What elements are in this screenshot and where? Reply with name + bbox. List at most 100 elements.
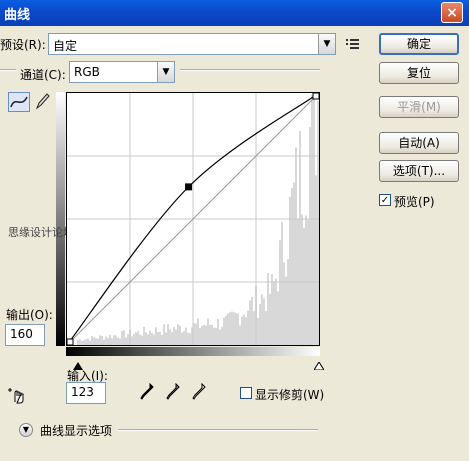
window-title: 曲线 [4,8,31,23]
histogram-bar [141,335,143,345]
curve-graph[interactable] [66,92,320,346]
histogram-bar [267,272,269,345]
channel-label: 通道(C): [20,68,66,82]
histogram-bar [271,274,273,345]
histogram-bar [237,313,239,345]
preset-value: 自定 [53,39,78,53]
histogram-bar [117,337,119,345]
histogram-bar [113,335,115,345]
selected-curve-point[interactable] [185,183,193,191]
histogram-bar [167,324,169,345]
options-button[interactable]: 选项(T)... [379,160,459,182]
pencil-icon[interactable] [34,92,50,110]
histogram-bar [223,317,225,345]
histogram-bar [299,130,301,345]
histogram-bar [315,175,317,345]
histogram-bar [165,332,167,345]
black-eyedropper-icon[interactable] [140,382,154,401]
curve-display-options-label[interactable]: 曲线显示选项 [40,422,112,439]
histogram [77,95,319,346]
histogram-bar [121,330,123,345]
histogram-bar [83,340,85,345]
smooth-button[interactable]: 平滑(M) [379,96,459,118]
histogram-bar [135,332,137,345]
histogram-bar [111,338,113,345]
histogram-bar [173,327,175,345]
histogram-bar [311,95,313,345]
chevron-down-circle-icon[interactable]: ▼ [19,423,33,437]
curve-point[interactable] [66,338,74,346]
input-field[interactable]: 123 [66,382,106,404]
auto-button[interactable]: 自动(A) [379,132,459,154]
histogram-bar [253,311,255,345]
histogram-bar [219,329,221,345]
histogram-bar [153,334,155,345]
curve-svg[interactable] [66,92,320,346]
histogram-bar [183,331,185,345]
curve-point[interactable] [312,92,320,100]
histogram-bar [199,328,201,345]
histogram-bar [177,324,179,345]
preview-checkbox[interactable]: ✓ [379,194,391,206]
histogram-bar [245,317,247,345]
histogram-bar [269,293,271,345]
histogram-bar [235,312,237,345]
histogram-bar [87,338,89,345]
histogram-bar [241,316,243,345]
histogram-bar [161,334,163,345]
chevron-down-icon: ▼ [318,34,335,54]
histogram-bar [259,304,261,345]
histogram-bar [265,311,267,345]
histogram-bar [189,333,191,345]
histogram-bar [159,331,161,345]
gray-eyedropper-icon[interactable] [166,382,180,401]
hand-adjust-icon[interactable] [8,384,26,404]
histogram-bar [257,317,259,345]
histogram-bar [125,337,127,345]
output-field[interactable]: 160 [5,324,45,346]
histogram-bar [215,327,217,345]
white-point-slider[interactable] [313,359,325,371]
histogram-bar [109,334,111,345]
black-point-slider[interactable] [73,359,83,370]
preset-label: 预设(R): [0,38,46,52]
histogram-bar [149,330,151,345]
histogram-bar [145,332,147,345]
histogram-bar [143,326,145,345]
channel-select[interactable]: RGB ▼ [69,61,175,83]
curve-tool-icon[interactable] [8,92,30,112]
divider [118,429,318,431]
histogram-bar [175,329,177,345]
group-border-top [180,69,320,71]
histogram-bar [81,341,83,345]
histogram-bar [261,294,263,345]
ok-button[interactable]: 确定 [379,33,459,55]
histogram-bar [279,240,281,345]
title-bar [0,0,469,26]
histogram-bar [171,332,173,345]
close-icon[interactable]: × [441,2,463,23]
histogram-bar [203,324,205,345]
histogram-bar [197,318,199,345]
preset-menu-icon[interactable] [346,38,360,50]
histogram-bar [105,336,107,345]
show-clipping-checkbox[interactable] [240,387,252,399]
histogram-bar [309,127,311,346]
preset-select[interactable]: 自定 ▼ [48,33,336,55]
histogram-bar [127,334,129,345]
white-eyedropper-icon[interactable] [192,382,206,401]
histogram-bar [283,262,285,345]
histogram-bar [119,338,121,345]
output-gradient-bar [56,92,65,346]
histogram-bar [247,310,249,345]
histogram-bar [227,313,229,345]
reset-button[interactable]: 复位 [379,62,459,84]
group-border-left [0,69,16,71]
histogram-bar [85,339,87,345]
histogram-bar [303,227,305,345]
histogram-bar [101,335,103,345]
preview-label: 预览(P) [394,195,435,209]
histogram-bar [217,318,219,345]
chevron-down-icon: ▼ [157,62,174,82]
histogram-bar [147,334,149,345]
